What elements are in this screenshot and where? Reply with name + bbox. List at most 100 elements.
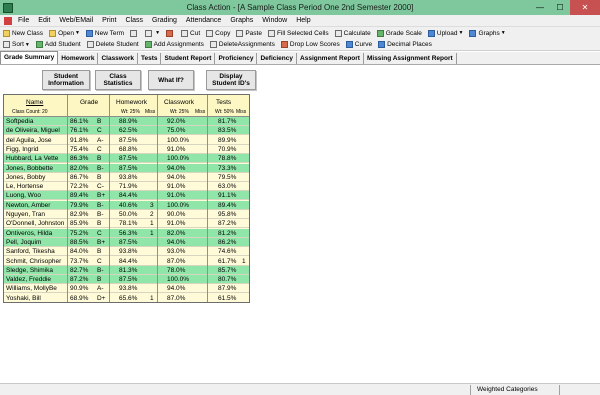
display-student-ids-button[interactable]: Display Student ID's [206, 70, 256, 90]
homework-score[interactable]: 62.5% [119, 126, 137, 135]
letter-grade[interactable]: D+ [97, 294, 106, 302]
overall-percent[interactable]: 82.9% [70, 210, 88, 219]
classwork-score[interactable]: 91.0% [167, 191, 185, 200]
table-row[interactable]: Sanford, Tikesha 84.0% B 93.8% 93.0% 74.6% [4, 247, 249, 257]
student-name[interactable]: Figg, Ingrid [6, 145, 39, 154]
homework-score[interactable]: 87.5% [119, 238, 137, 247]
overall-percent[interactable]: 86.3% [70, 154, 88, 163]
classwork-score[interactable]: 82.0% [167, 229, 185, 238]
classwork-score[interactable]: 78.0% [167, 266, 185, 275]
grade-scale-button[interactable]: Grade Scale [376, 29, 422, 37]
homework-score[interactable]: 65.6% [119, 294, 137, 302]
menu-edit[interactable]: Edit [38, 17, 50, 24]
overall-percent[interactable]: 87.2% [70, 275, 88, 284]
homework-score[interactable]: 71.9% [119, 182, 137, 191]
letter-grade[interactable]: C [97, 126, 102, 135]
student-name[interactable]: Newton, Amber [6, 201, 50, 210]
overall-percent[interactable]: 91.8% [70, 136, 88, 145]
homework-score[interactable]: 87.5% [119, 136, 137, 145]
student-name[interactable]: de Oliveira, Miguel [6, 126, 60, 135]
table-row[interactable]: Valdez, Freddie 87.2% B 87.5% 100.0% 80.7% [4, 275, 249, 285]
homework-score[interactable]: 87.5% [119, 275, 137, 284]
homework-score[interactable]: 93.8% [119, 247, 137, 256]
classwork-score[interactable]: 91.0% [167, 145, 185, 154]
tests-score[interactable]: 91.1% [218, 191, 236, 200]
homework-score[interactable]: 84.4% [119, 257, 137, 266]
copy-button[interactable]: Copy [206, 29, 230, 37]
print-button[interactable] [130, 29, 139, 37]
overall-percent[interactable]: 79.9% [70, 201, 88, 210]
letter-grade[interactable]: B- [97, 164, 104, 173]
overall-percent[interactable]: 86.1% [70, 117, 88, 126]
tests-score[interactable]: 73.3% [218, 164, 236, 173]
printer-setup-button[interactable]: ▼ [145, 29, 160, 37]
graphs-button[interactable]: Graphs ▼ [469, 29, 506, 37]
tests-score[interactable]: 61.5% [218, 294, 236, 302]
letter-grade[interactable]: B [97, 247, 101, 256]
overall-percent[interactable]: 85.9% [70, 219, 88, 228]
homework-score[interactable]: 40.6% [119, 201, 137, 210]
student-name[interactable]: Sanford, Tikesha [6, 247, 55, 256]
overall-percent[interactable]: 88.5% [70, 238, 88, 247]
tests-score[interactable]: 83.5% [218, 126, 236, 135]
tests-score[interactable]: 79.5% [218, 173, 236, 182]
new-term-button[interactable]: New Term [85, 29, 124, 37]
table-row[interactable]: Yoshaki, Bill 68.9% D+ 65.6% 1 87.0% 61.5% [4, 294, 249, 302]
table-row[interactable]: Pell, Joquim 88.5% B+ 87.5% 94.0% 86.2% [4, 237, 249, 247]
dropdown-arrow-icon[interactable]: ▼ [155, 30, 160, 36]
table-row[interactable]: Sledge, Shimika 82.7% B- 81.3% 78.0% 85.7% [4, 265, 249, 275]
classwork-column-header[interactable]: Classwork [164, 99, 194, 106]
student-name[interactable]: Le, Hortense [6, 182, 43, 191]
menu-file[interactable]: File [18, 17, 29, 24]
tests-score[interactable]: 87.2% [218, 219, 236, 228]
tests-score[interactable]: 81.2% [218, 229, 236, 238]
class-statistics-button[interactable]: Class Statistics [95, 70, 141, 90]
overall-percent[interactable]: 82.0% [70, 164, 88, 173]
overall-percent[interactable]: 89.4% [70, 191, 88, 200]
student-name[interactable]: Luong, Woo [6, 191, 41, 200]
tab-assignment-report[interactable]: Assignment Report [297, 53, 364, 64]
tab-deficiency[interactable]: Deficiency [257, 53, 298, 64]
menu-help[interactable]: Help [296, 17, 310, 24]
new-class-button[interactable]: New Class [3, 29, 43, 37]
overall-percent[interactable]: 84.0% [70, 247, 88, 256]
minimize-button[interactable]: — [530, 0, 550, 15]
tab-grade-summary[interactable]: Grade Summary [0, 51, 59, 64]
table-button[interactable] [166, 29, 175, 37]
paste-button[interactable]: Paste [236, 29, 262, 37]
tab-homework[interactable]: Homework [58, 53, 99, 64]
student-name[interactable]: Softpedia [6, 117, 33, 126]
delete-assignments-button[interactable]: DeleteAssignments [209, 41, 275, 48]
overall-percent[interactable]: 68.9% [70, 294, 88, 302]
table-row[interactable]: Hubbard, La Vette 86.3% B 87.5% 100.0% 78.8% [4, 154, 249, 164]
tests-missing[interactable]: 1 [242, 257, 246, 266]
letter-grade[interactable]: B+ [97, 191, 105, 200]
tests-score[interactable]: 80.7% [218, 275, 236, 284]
table-row[interactable]: Softpedia 86.1% B 88.9% 92.0% 81.7% [4, 117, 249, 126]
table-row[interactable]: Newton, Amber 79.9% B- 40.6% 3 100.0% 89.4% [4, 200, 249, 210]
homework-score[interactable]: 81.3% [119, 266, 137, 275]
student-name[interactable]: Pell, Joquim [6, 238, 41, 247]
letter-grade[interactable]: B [97, 275, 101, 284]
calculate-button[interactable]: Calculate [334, 29, 371, 37]
letter-grade[interactable]: B- [97, 266, 104, 275]
student-name[interactable]: Schmit, Chrisopher [6, 257, 61, 266]
document-icon[interactable] [4, 16, 12, 25]
overall-percent[interactable]: 82.7% [70, 266, 88, 275]
tests-column-header[interactable]: Tests [216, 99, 231, 106]
tests-score[interactable]: 85.7% [218, 266, 236, 275]
table-row[interactable]: del Aguila, Jose 91.8% A- 87.5% 100.0% 89.9% [4, 136, 249, 145]
tab-classwork[interactable]: Classwork [98, 53, 138, 64]
letter-grade[interactable]: C [97, 257, 102, 266]
student-name[interactable]: O'Donnell, Johnston [6, 219, 64, 228]
menu-grading[interactable]: Grading [152, 17, 177, 24]
homework-score[interactable]: 84.4% [119, 191, 137, 200]
tests-score[interactable]: 89.9% [218, 136, 236, 145]
letter-grade[interactable]: B [97, 117, 101, 126]
maximize-button[interactable]: ☐ [550, 0, 570, 15]
name-column-header[interactable]: Name [26, 99, 43, 106]
tab-student-report[interactable]: Student Report [161, 53, 216, 64]
classwork-score[interactable]: 93.0% [167, 247, 185, 256]
tests-score[interactable]: 61.7% [218, 257, 236, 266]
student-information-button[interactable]: Student Information [42, 70, 90, 90]
